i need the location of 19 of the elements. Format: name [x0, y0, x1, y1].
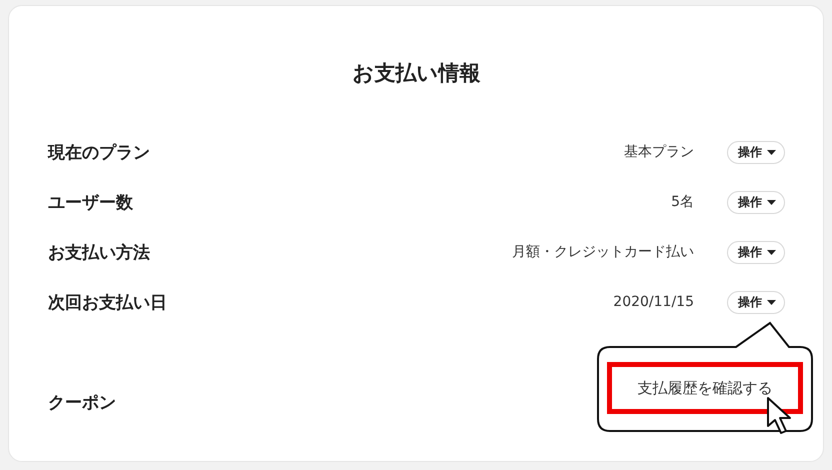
caret-icon [767, 200, 776, 204]
row-label: 次回お支払い日 [48, 292, 167, 314]
row-value: 基本プラン [624, 143, 694, 161]
caret-icon [767, 150, 776, 154]
row-label: ユーザー数 [48, 192, 133, 214]
row-value: 月額・クレジットカード払い [512, 243, 694, 261]
row-value: 2020/11/15 [613, 294, 694, 310]
row-label: お支払い方法 [48, 242, 150, 264]
caret-icon [767, 300, 776, 304]
menu-item[interactable]: 支払履歴を確認する [607, 362, 803, 414]
action-dropdown-button[interactable]: 操作 [727, 290, 785, 314]
row-value: 5名 [671, 193, 694, 211]
action-dropdown-button[interactable]: 操作 [727, 190, 785, 214]
row-label: クーポン [48, 392, 116, 414]
page-title: お支払い情報 [352, 60, 480, 87]
action-dropdown-button[interactable]: 操作 [727, 240, 785, 264]
action-dropdown-button[interactable]: 操作 [727, 140, 785, 164]
row-label: 現在のプラン [48, 142, 150, 164]
caret-icon [767, 250, 776, 254]
